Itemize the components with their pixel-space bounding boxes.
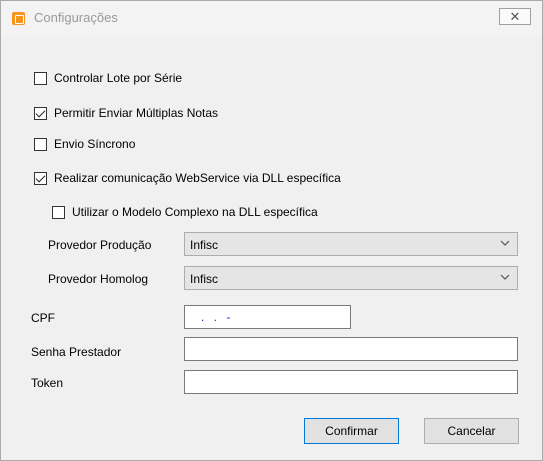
option-label: Controlar Lote por Série — [54, 71, 183, 85]
selected-value: Infisc — [190, 238, 219, 252]
cpf-mask: . . - — [201, 310, 234, 324]
checkbox[interactable] — [34, 71, 47, 85]
option-modelo-complexo[interactable]: Utilizar o Modelo Complexo na DLL especí… — [52, 203, 318, 221]
close-button[interactable]: ✕ — [499, 8, 531, 25]
option-permitir-enviar[interactable]: Permitir Enviar Múltiplas Notas — [34, 104, 218, 122]
provedor-producao-label: Provedor Produção — [48, 238, 152, 252]
token-field[interactable] — [184, 370, 518, 394]
cancelar-button[interactable]: Cancelar — [424, 418, 519, 444]
senha-prestador-field[interactable] — [184, 337, 518, 361]
token-label: Token — [31, 376, 64, 390]
app-icon — [12, 12, 25, 25]
option-label: Realizar comunicação WebService via DLL … — [54, 171, 341, 185]
confirmar-button[interactable]: Confirmar — [304, 418, 399, 444]
configuracoes-dialog: Configurações ✕ Controlar Lote por Série… — [0, 0, 543, 461]
chevron-down-icon — [500, 274, 510, 280]
option-label: Envio Síncrono — [54, 137, 136, 151]
option-label: Permitir Enviar Múltiplas Notas — [54, 106, 219, 120]
checkbox[interactable] — [34, 106, 47, 120]
checkbox[interactable] — [52, 205, 65, 219]
provedor-homolog-label: Provedor Homolog — [48, 272, 149, 286]
window-title: Configurações — [34, 10, 118, 25]
chevron-down-icon — [500, 240, 510, 246]
provedor-homolog-select[interactable]: Infisc — [184, 266, 518, 290]
option-label: Utilizar o Modelo Complexo na DLL especí… — [72, 205, 318, 219]
provedor-producao-select[interactable]: Infisc — [184, 232, 518, 256]
option-controlar-lote[interactable]: Controlar Lote por Série — [34, 69, 182, 87]
selected-value: Infisc — [190, 272, 219, 286]
option-envio-sincrono[interactable]: Envio Síncrono — [34, 135, 135, 153]
cpf-label: CPF — [31, 311, 55, 325]
option-webservice-dll[interactable]: Realizar comunicação WebService via DLL … — [34, 169, 341, 187]
senha-prestador-label: Senha Prestador — [31, 345, 122, 359]
checkbox[interactable] — [34, 137, 47, 151]
title-bar: Configurações ✕ — [1, 1, 542, 36]
checkbox[interactable] — [34, 171, 47, 185]
cpf-field[interactable]: . . - — [184, 305, 351, 329]
